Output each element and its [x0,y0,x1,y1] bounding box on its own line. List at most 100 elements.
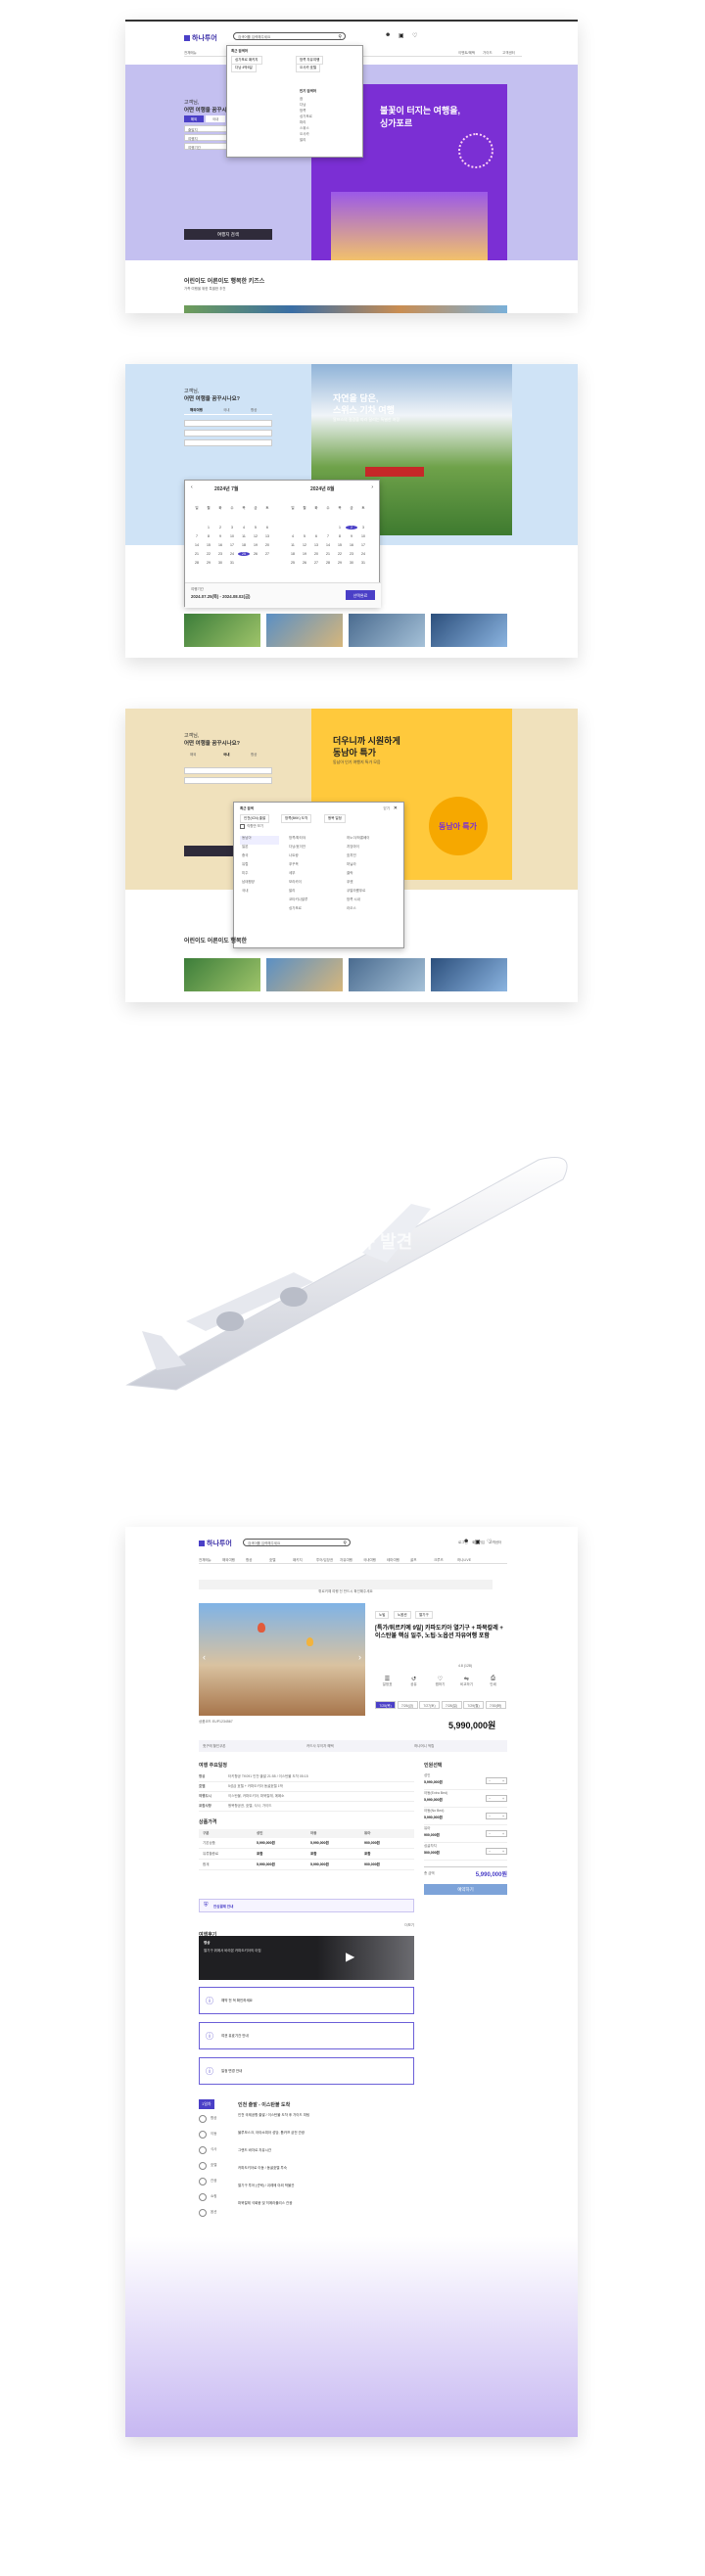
region-item[interactable]: 국내 [240,889,279,897]
tab-domestic[interactable]: 국내 [223,408,229,413]
nav-item[interactable]: 국내여행 [363,1558,376,1563]
brand-logo[interactable]: 하나투어 [199,1539,232,1548]
heart-icon[interactable]: ♡ [412,32,417,39]
action-print[interactable]: ⎙ 인쇄 [481,1676,505,1687]
nav-item[interactable]: 호텔 [269,1558,275,1563]
city-item[interactable]: 세부 [289,871,343,880]
region-item[interactable]: 유럽 [240,862,279,871]
city-item[interactable]: 보라카이 [289,880,343,889]
region-item[interactable]: 남태평양 [240,880,279,889]
thumb-image[interactable] [349,958,425,991]
action-schedule[interactable]: ☰ 일정표 [375,1676,400,1687]
nav-cs[interactable]: 고객센터 [502,51,515,56]
search-button[interactable]: 여행지 검색 [184,229,272,240]
thumb-image[interactable] [266,614,343,647]
notice-box[interactable]: ⓘ 일정 변경 안내 [199,2057,414,2085]
nav-item[interactable]: 항공 [246,1558,252,1563]
nav-item[interactable]: 테마여행 [387,1558,400,1563]
minus-icon[interactable]: − [489,1815,491,1818]
nav-item[interactable]: 크루즈 [434,1558,444,1563]
nav-item[interactable]: 골프 [410,1558,416,1563]
calendar-day[interactable]: 26 [299,561,310,565]
calendar-day[interactable]: 29 [203,561,214,565]
tab-overseas[interactable]: 해외여행 [190,408,203,413]
city-item[interactable]: 치앙마이 [347,845,400,853]
calendar-day[interactable]: 30 [346,561,357,565]
nav-item[interactable]: 해외여행 [222,1558,235,1563]
plus-icon[interactable]: + [502,1815,504,1818]
calendar-day[interactable]: 28 [322,561,334,565]
minus-icon[interactable]: − [489,1832,491,1836]
date-tab[interactable]: 7/30(화) [485,1701,506,1709]
quantity-stepper[interactable]: − + [486,1795,507,1802]
prev-month-icon[interactable]: ‹ [191,484,193,490]
cart-icon[interactable]: ▣ [399,32,404,39]
play-icon[interactable]: ▶ [346,1950,354,1963]
field-departure[interactable] [184,420,272,427]
field-destination[interactable] [184,430,272,437]
recent-chip[interactable]: 방콕(BKK) 도착 [281,814,312,823]
next-image-icon[interactable]: › [358,1652,361,1662]
city-item[interactable]: 다낭/호이안 [289,845,343,853]
action-compare[interactable]: ⇋ 비교하기 [454,1676,479,1687]
thumb-image[interactable] [349,614,425,647]
city-item[interactable]: 마닐라 [347,862,400,871]
quantity-stepper[interactable]: − + [486,1830,507,1837]
search-icon[interactable]: ⚲ [338,34,342,40]
city-item[interactable]: 발리 [289,889,343,897]
action-heart[interactable]: ♡ 찜하기 [428,1676,452,1687]
reserve-button[interactable]: 예약하기 [424,1884,507,1895]
thumb-image[interactable] [431,614,507,647]
nav-all-menu[interactable]: 전체메뉴 [184,51,197,56]
city-item[interactable]: 푸꾸옥 [289,862,343,871]
tab-air[interactable]: 항공 [251,753,257,758]
nav-item[interactable]: 자유여행 [340,1558,352,1563]
heart-icon[interactable]: ♡ [487,1539,492,1545]
nav-item[interactable]: 패키지 [293,1558,303,1563]
calendar-confirm-button[interactable]: 선택완료 [346,590,375,600]
calendar-day[interactable]: 27 [261,552,273,556]
nav-item[interactable]: 전체메뉴 [199,1558,212,1563]
city-item[interactable]: 푸켓 [347,880,400,889]
recent-keyword[interactable]: 다낭 4박5일 [231,64,257,72]
plus-icon[interactable]: + [502,1797,504,1801]
nav-guide[interactable]: 가이드 [483,51,493,56]
minus-icon[interactable]: − [489,1779,491,1783]
calendar-day[interactable]: 31 [357,561,369,565]
search-icon[interactable]: ⚲ [343,1541,347,1546]
video-box[interactable]: 영상 열기구 위에서 바라본 카파도키아의 아침 ▶ [199,1936,414,1980]
quantity-stepper[interactable]: − + [486,1813,507,1819]
notice-box[interactable]: ⓘ 여권 유효기간 안내 [199,2022,414,2049]
thumb-image[interactable] [431,958,507,991]
plus-icon[interactable]: + [502,1779,504,1783]
date-tab[interactable]: 7/25(목) [375,1701,396,1709]
tab-air[interactable]: 항공 [251,408,257,413]
quantity-stepper[interactable]: − + [486,1848,507,1855]
city-item[interactable]: 방콕/파타야 [289,836,343,845]
date-tab[interactable]: 7/26(금) [397,1701,418,1709]
search-input[interactable]: 검색어를 입력해주세요 ⚲ [243,1539,351,1546]
plus-icon[interactable]: + [502,1832,504,1836]
field-period[interactable] [184,439,272,446]
prev-image-icon[interactable]: ‹ [203,1652,206,1662]
minus-icon[interactable]: − [489,1797,491,1801]
brand-logo[interactable]: 하나투어 [184,33,217,43]
region-item[interactable]: 동남아 [240,836,279,845]
tab-overseas[interactable]: 해외 [190,753,196,758]
nav-item[interactable]: 투어/입장권 [316,1558,333,1563]
action-share[interactable]: ↺ 공유 [401,1676,426,1687]
recent-keyword[interactable]: 오사카 호텔 [296,64,321,72]
next-month-icon[interactable]: › [371,484,373,490]
tab-domestic[interactable]: 국내 [206,115,225,122]
calendar-day[interactable]: 25 [287,561,299,565]
coupon-label[interactable]: 하나머니 적립 [414,1744,434,1749]
notice-bar[interactable]: 튀르키예 여행 전 반드시 확인해주세요 [199,1580,493,1593]
city-item[interactable]: 나트랑 [289,853,343,862]
calendar-day[interactable]: 30 [214,561,226,565]
thumb-image[interactable] [184,614,260,647]
search-input[interactable]: 검색어를 입력해주세요 ⚲ [233,32,346,40]
calendar-day[interactable]: 31 [226,561,238,565]
thumb-image[interactable] [266,958,343,991]
city-item[interactable]: 호치민 [347,853,400,862]
coupon-label[interactable]: 카드사 무이자 혜택 [306,1744,334,1749]
